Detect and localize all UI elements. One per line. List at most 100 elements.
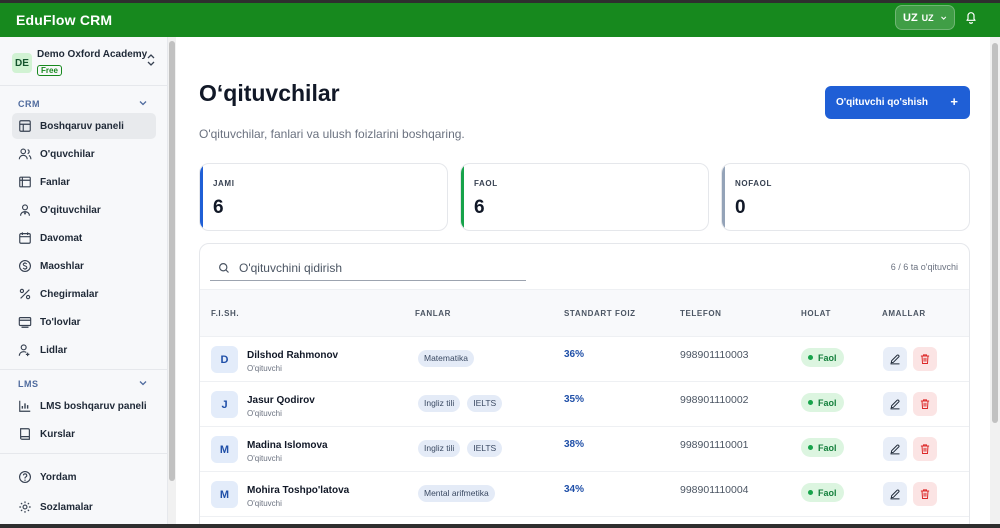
sidebar-item-label: O'quvchilar xyxy=(40,148,95,160)
delete-button[interactable] xyxy=(913,392,937,416)
organization-avatar: DE xyxy=(12,53,32,73)
language-switcher[interactable]: UZ UZ xyxy=(895,5,955,30)
chart-icon xyxy=(19,400,31,412)
subject-tags: Mental arifmetika xyxy=(418,485,495,502)
subject-tags: Ingliz tili IELTS xyxy=(418,440,503,457)
courses-icon xyxy=(20,428,30,440)
chevron-down-icon[interactable] xyxy=(138,378,148,388)
sidebar-item-label: Boshqaruv paneli xyxy=(40,120,124,132)
search-field[interactable] xyxy=(210,256,526,281)
delete-button[interactable] xyxy=(913,482,937,506)
stat-card-active: FAOL 6 xyxy=(460,163,709,231)
column-header-phone[interactable]: TELEFON xyxy=(680,309,722,318)
chevron-down-icon[interactable] xyxy=(138,98,148,108)
page-scrollbar[interactable] xyxy=(990,37,1000,528)
search-input[interactable] xyxy=(239,261,519,275)
table-row[interactable]: M Madina Islomova O'qituvchi Ingliz tili… xyxy=(200,427,969,472)
phone-number: 998901110003 xyxy=(680,349,749,361)
standard-percent: 34% xyxy=(564,484,585,495)
edit-button[interactable] xyxy=(883,482,907,506)
subject-tag: IELTS xyxy=(467,395,503,412)
settings-icon xyxy=(19,501,31,513)
edit-button[interactable] xyxy=(883,437,907,461)
teacher-icon xyxy=(20,204,30,216)
subject-tag: Mental arifmetika xyxy=(418,485,495,502)
delete-button[interactable] xyxy=(913,437,937,461)
users-icon xyxy=(18,148,32,160)
sidebar-item-leads[interactable]: Lidlar xyxy=(12,337,156,363)
edit-button[interactable] xyxy=(883,347,907,371)
stat-card-inactive: NOFAOL 0 xyxy=(721,163,970,231)
stat-value: 6 xyxy=(213,197,224,218)
results-count: 6 / 6 ta o'qituvchi xyxy=(890,262,958,272)
sidebar-scrollbar-thumb[interactable] xyxy=(169,41,175,481)
sidebar-item-label: LMS boshqaruv paneli xyxy=(40,400,147,412)
trash-icon xyxy=(920,399,930,409)
sidebar-item-lms-dashboard[interactable]: LMS boshqaruv paneli xyxy=(12,393,156,419)
avatar: J xyxy=(211,391,238,418)
sidebar-item-settings[interactable]: Sozlamalar xyxy=(12,494,156,520)
sidebar-item-students[interactable]: O'quvchilar xyxy=(12,141,156,167)
trash-icon xyxy=(920,444,930,454)
sidebar-item-salaries[interactable]: Maoshlar xyxy=(12,253,156,279)
table-row[interactable]: D Dilshod Rahmonov O'qituvchi Matematika… xyxy=(200,337,969,382)
sidebar-item-dashboard[interactable]: Boshqaruv paneli xyxy=(12,113,156,139)
teacher-name: Mohira Toshpo'latova xyxy=(247,485,350,496)
app-title: EduFlow CRM xyxy=(16,12,113,28)
sidebar-item-courses[interactable]: Kurslar xyxy=(12,421,156,447)
sidebar-item-label: Maoshlar xyxy=(40,260,84,272)
plus-icon: + xyxy=(950,94,958,109)
stat-label: NOFAOL xyxy=(735,179,772,188)
status-badge: Faol xyxy=(801,438,844,457)
page-scrollbar-thumb[interactable] xyxy=(992,43,998,423)
sidebar-item-payments[interactable]: To'lovlar xyxy=(12,309,156,335)
status-badge: Faol xyxy=(801,348,844,367)
status-badge: Faol xyxy=(801,483,844,502)
subject-tag: Ingliz tili xyxy=(418,440,461,457)
chevron-down-icon xyxy=(940,16,946,20)
column-header-percent[interactable]: STANDART FOIZ xyxy=(564,309,636,318)
avatar: M xyxy=(211,436,238,463)
sidebar-item-discounts[interactable]: Chegirmalar xyxy=(12,281,156,307)
status-badge: Faol xyxy=(801,393,844,412)
pencil-icon xyxy=(890,354,900,365)
organization-switcher[interactable]: DE Demo Oxford Academy Free xyxy=(12,48,162,78)
stat-value: 6 xyxy=(474,197,485,218)
add-teacher-button[interactable]: O'qituvchi qo'shish + xyxy=(825,86,970,119)
standard-percent: 36% xyxy=(564,349,585,360)
status-label: Faol xyxy=(818,352,837,363)
sidebar-item-teachers[interactable]: O'qituvchilar xyxy=(12,197,156,223)
column-header-subjects[interactable]: FANLAR xyxy=(415,309,451,318)
status-label: Faol xyxy=(818,487,837,498)
sidebar-item-label: Davomat xyxy=(40,232,83,244)
status-dot xyxy=(808,355,813,360)
table-row[interactable]: M Mohira Toshpo'latova O'qituvchi Mental… xyxy=(200,472,969,517)
sidebar-scrollbar[interactable] xyxy=(168,37,176,528)
sidebar-item-label: O'qituvchilar xyxy=(40,204,101,216)
stat-accent-bar xyxy=(461,164,464,230)
stat-accent-bar xyxy=(200,164,203,230)
sidebar-item-attendance[interactable]: Davomat xyxy=(12,225,156,251)
page-title: O‘qituvchilar xyxy=(199,80,340,106)
table-header: F.I.SH. FANLAR STANDART FOIZ TELEFON HOL… xyxy=(200,289,969,337)
delete-button[interactable] xyxy=(913,347,937,371)
section-label-lms: LMS xyxy=(18,379,39,389)
sidebar-item-help[interactable]: Yordam xyxy=(12,464,156,490)
sidebar-item-subjects[interactable]: Fanlar xyxy=(12,169,156,195)
pencil-icon xyxy=(890,444,900,455)
subject-tag: Ingliz tili xyxy=(418,395,461,412)
standard-percent: 35% xyxy=(564,394,585,405)
column-header-status[interactable]: HOLAT xyxy=(801,309,831,318)
avatar: D xyxy=(211,346,238,373)
standard-percent: 38% xyxy=(564,439,585,450)
column-header-name[interactable]: F.I.SH. xyxy=(211,309,239,318)
table-row[interactable]: J Jasur Qodirov O'qituvchi Ingliz tili I… xyxy=(200,382,969,427)
edit-button[interactable] xyxy=(883,392,907,416)
trash-icon xyxy=(920,354,930,364)
sidebar-item-label: Sozlamalar xyxy=(40,501,93,513)
chevron-updown-icon[interactable] xyxy=(146,53,156,67)
bell-icon[interactable] xyxy=(963,9,979,25)
teacher-name: Jasur Qodirov xyxy=(247,395,315,406)
book-icon xyxy=(19,176,31,188)
sidebar-item-label: Kurslar xyxy=(40,428,76,440)
